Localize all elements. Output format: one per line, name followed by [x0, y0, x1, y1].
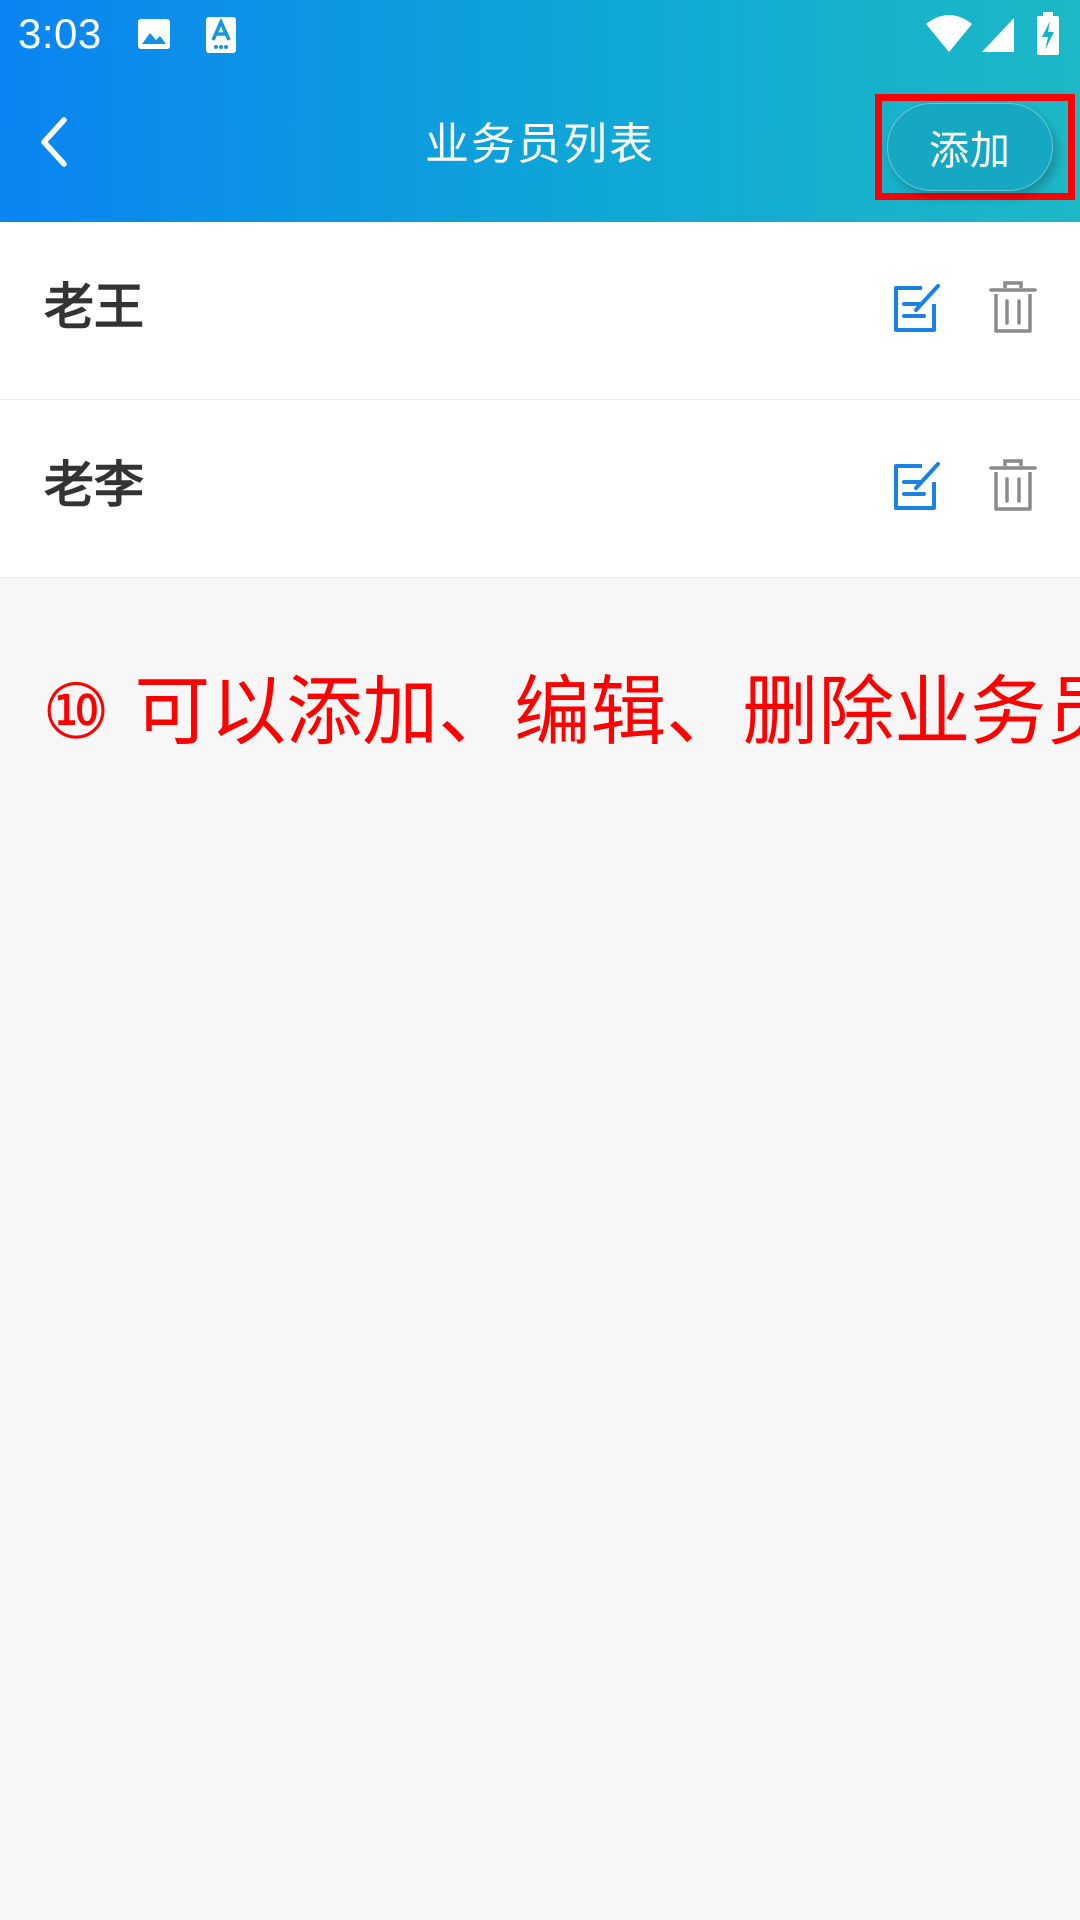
add-button[interactable]: 添加 [887, 103, 1053, 191]
trash-icon [989, 459, 1037, 511]
edit-icon [894, 284, 940, 332]
salesperson-list: 老王 老李 [0, 222, 1080, 578]
delete-button[interactable] [988, 280, 1038, 334]
salesperson-name: 老王 [44, 278, 144, 336]
salesperson-name: 老李 [44, 456, 144, 514]
battery-charging-icon [1036, 12, 1060, 60]
edit-button[interactable] [892, 280, 944, 334]
back-button[interactable] [22, 106, 86, 182]
cell-signal-icon [980, 16, 1016, 58]
status-time: 3:03 [18, 10, 102, 57]
chevron-left-icon [36, 116, 72, 172]
status-bar: 3:03 [0, 0, 1080, 72]
list-item: 老李 [0, 400, 1080, 578]
delete-button[interactable] [988, 458, 1038, 512]
annotation-text: ⑩ 可以添加、编辑、删除业务员 [42, 667, 1080, 756]
text-a-icon [205, 16, 237, 58]
image-icon [136, 16, 172, 56]
wifi-icon [925, 14, 973, 58]
edit-icon [894, 462, 940, 510]
list-item: 老王 [0, 222, 1080, 400]
edit-button[interactable] [892, 458, 944, 512]
trash-icon [989, 281, 1037, 333]
